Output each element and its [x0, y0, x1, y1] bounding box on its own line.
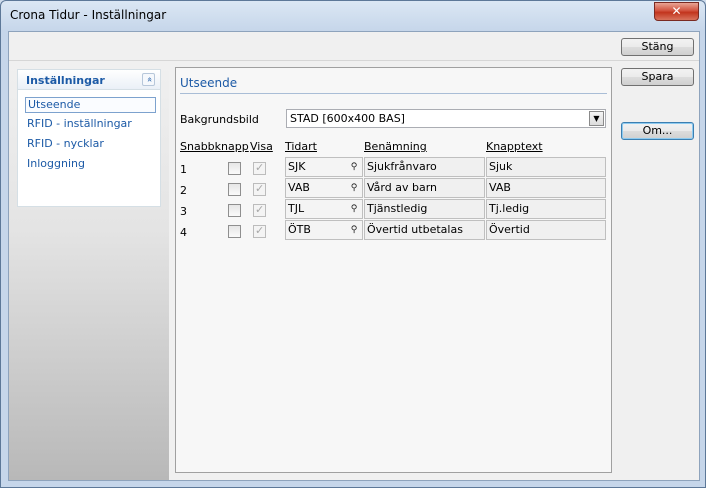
show-checkbox: ✓ [253, 224, 266, 238]
check-icon: ✓ [255, 161, 265, 174]
timetype-value: SJK [288, 160, 306, 173]
timetype-field[interactable]: SJK ⚲ [285, 157, 363, 177]
col-header-timetype: Tidart [285, 140, 317, 153]
col-header-shortcut: Snabbknapp [180, 140, 249, 153]
timetype-value: ÖTB [288, 223, 311, 236]
check-icon: ✓ [255, 224, 265, 237]
timetype-field[interactable]: ÖTB ⚲ [285, 220, 363, 240]
name-field: Övertid utbetalas [364, 220, 485, 240]
button-text-field[interactable]: Övertid [486, 220, 606, 240]
name-field: Tjänstledig [364, 199, 485, 219]
nav-title: Inställningar [26, 74, 105, 87]
name-field: Vård av barn [364, 178, 485, 198]
row-number: 1 [180, 163, 187, 176]
nav-item-utseende[interactable]: Utseende [25, 97, 156, 113]
nav-item-rfid-settings[interactable]: RFID - inställningar [25, 117, 156, 133]
button-text-field[interactable]: Tj.ledig [486, 199, 606, 219]
background-label: Bakgrundsbild [180, 113, 259, 126]
nav-item-rfid-keys[interactable]: RFID - nycklar [25, 137, 156, 153]
close-button[interactable]: Stäng [621, 38, 694, 56]
row-number: 4 [180, 226, 187, 239]
check-icon: ✓ [255, 182, 265, 195]
button-text-field[interactable]: Sjuk [486, 157, 606, 177]
shortcut-checkbox[interactable] [228, 183, 241, 196]
appearance-panel: Utseende Bakgrundsbild STAD [600x400 BAS… [175, 67, 612, 473]
settings-nav-panel: Inställningar « Utseende RFID - inställn… [17, 69, 161, 207]
nav-header[interactable]: Inställningar « [18, 70, 160, 90]
section-divider [180, 93, 607, 94]
shortcut-checkbox[interactable] [228, 204, 241, 217]
save-button[interactable]: Spara [621, 68, 694, 86]
show-checkbox: ✓ [253, 203, 266, 217]
about-button[interactable]: Om... [621, 122, 694, 140]
col-header-name: Benämning [364, 140, 427, 153]
binoculars-icon[interactable]: ⚲ [348, 224, 360, 236]
section-title: Utseende [180, 76, 238, 90]
col-header-show: Visa [250, 140, 273, 153]
background-select[interactable]: STAD [600x400 BAS] ▼ [286, 109, 606, 128]
collapse-icon[interactable]: « [142, 73, 155, 86]
binoculars-icon[interactable]: ⚲ [348, 161, 360, 173]
shortcut-checkbox[interactable] [228, 225, 241, 238]
row-number: 2 [180, 184, 187, 197]
settings-window: Crona Tidur - Inställningar ✕ Stäng Inst… [0, 0, 706, 488]
chevron-down-icon[interactable]: ▼ [589, 111, 604, 126]
close-icon: ✕ [671, 4, 682, 18]
background-select-value: STAD [600x400 BAS] [290, 112, 405, 125]
button-text-field[interactable]: VAB [486, 178, 606, 198]
name-field: Sjukfrånvaro [364, 157, 485, 177]
timetype-field[interactable]: VAB ⚲ [285, 178, 363, 198]
shortcut-checkbox[interactable] [228, 162, 241, 175]
col-header-button-text: Knapptext [486, 140, 543, 153]
row-number: 3 [180, 205, 187, 218]
timetype-value: TJL [288, 202, 305, 215]
timetype-value: VAB [288, 181, 310, 194]
toolbar: Stäng [9, 32, 699, 61]
client-area: Stäng Inställningar « Utseende RFID - in… [8, 31, 700, 481]
show-checkbox: ✓ [253, 161, 266, 175]
nav-item-login[interactable]: Inloggning [25, 157, 156, 173]
window-title: Crona Tidur - Inställningar [10, 8, 167, 22]
binoculars-icon[interactable]: ⚲ [348, 182, 360, 194]
binoculars-icon[interactable]: ⚲ [348, 203, 360, 215]
sidebar: Inställningar « Utseende RFID - inställn… [9, 62, 169, 480]
window-close-button[interactable]: ✕ [654, 2, 699, 21]
timetype-field[interactable]: TJL ⚲ [285, 199, 363, 219]
check-icon: ✓ [255, 203, 265, 216]
show-checkbox: ✓ [253, 182, 266, 196]
